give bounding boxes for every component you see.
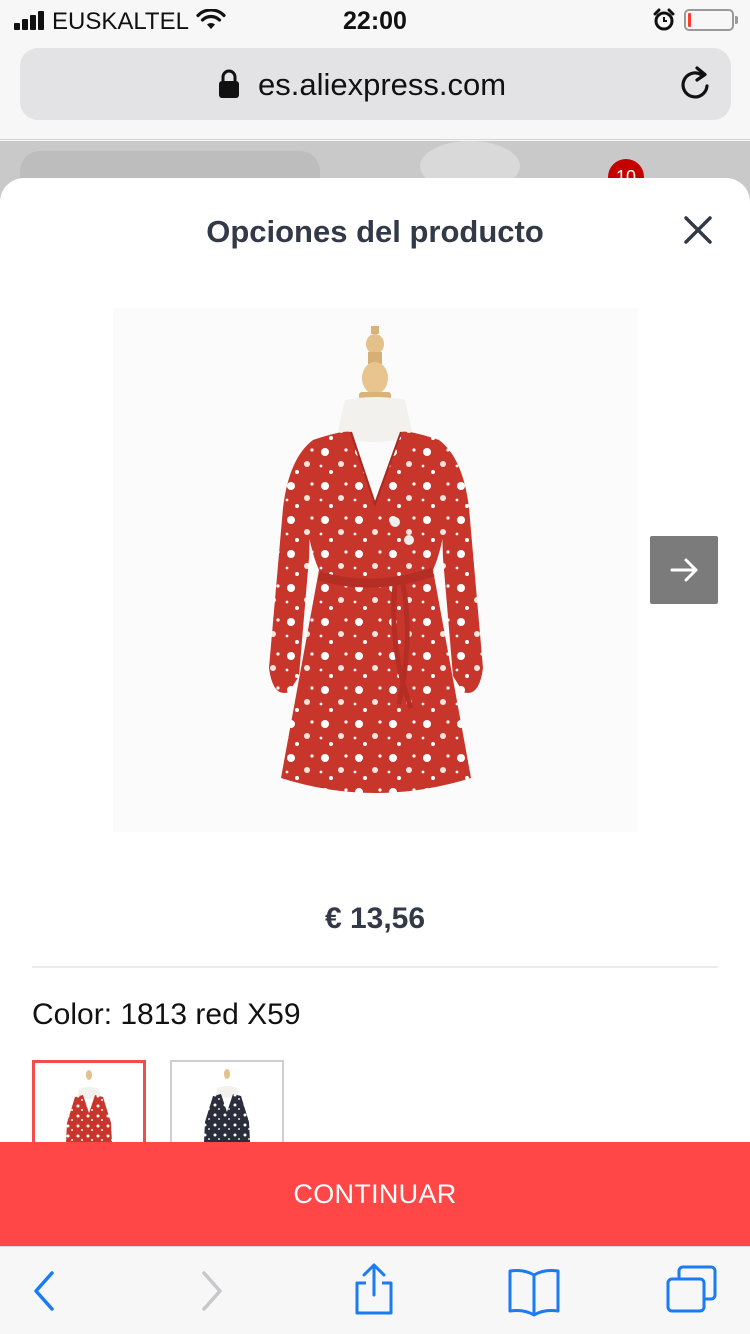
back-arrow-icon[interactable] — [28, 1265, 58, 1317]
divider — [32, 966, 718, 968]
red-dress-image — [269, 326, 483, 793]
browser-address-area: es.aliexpress.com — [0, 40, 750, 140]
bookmarks-icon[interactable] — [506, 1265, 562, 1317]
color-label: Color: 1813 red X59 — [32, 998, 301, 1031]
browser-toolbar — [0, 1246, 750, 1334]
share-icon[interactable] — [352, 1261, 396, 1317]
alarm-icon — [653, 8, 675, 31]
sheet-title: Opciones del producto — [206, 214, 544, 249]
continue-button[interactable]: CONTINUAR — [0, 1142, 750, 1246]
reload-icon[interactable] — [679, 66, 713, 102]
battery-icon — [684, 9, 738, 31]
tabs-icon[interactable] — [664, 1263, 720, 1317]
arrow-right-icon — [670, 558, 698, 582]
next-image-button[interactable] — [650, 536, 718, 604]
product-image — [113, 308, 638, 832]
forward-arrow-icon[interactable] — [196, 1265, 226, 1317]
address-bar[interactable]: es.aliexpress.com — [20, 48, 731, 120]
clock: 22:00 — [343, 7, 407, 35]
close-icon[interactable] — [674, 206, 722, 254]
product-options-sheet: Opciones del producto € 13,56 Color: 181… — [0, 178, 750, 1246]
battery-level — [688, 13, 691, 27]
url-text[interactable]: es.aliexpress.com — [258, 67, 506, 103]
lock-icon — [219, 69, 239, 98]
product-price: € 13,56 — [324, 902, 426, 935]
status-bar: EUSKALTEL 22:00 — [0, 0, 750, 40]
